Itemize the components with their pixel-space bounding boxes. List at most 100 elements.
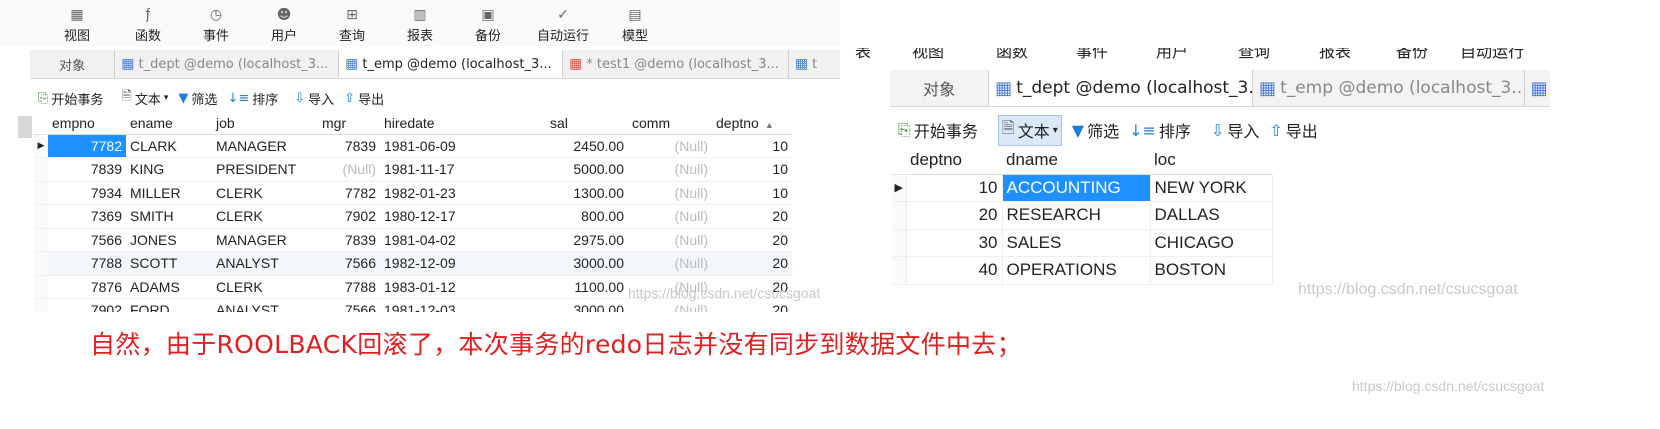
table-row[interactable]: 7788 SCOTT ANALYST 7566 1982-12-09 3000.00 (Nu…	[34, 251, 792, 276]
ribbon-item[interactable]: 视图	[886, 48, 970, 66]
cell-mgr[interactable]: 7788	[318, 275, 380, 299]
export-button[interactable]: ⇧ 导出	[1269, 118, 1317, 142]
cell-comm[interactable]: (Null)	[628, 134, 712, 158]
cell-comm[interactable]: (Null)	[628, 158, 712, 182]
cell-sal[interactable]: 5000.00	[546, 158, 628, 182]
row-indicator[interactable]	[34, 181, 48, 205]
table-row[interactable]: 7369 SMITH CLERK 7902 1980-12-17 800.00 (Null)…	[34, 204, 792, 229]
cell-ename[interactable]: ADAMS	[126, 275, 212, 299]
row-indicator[interactable]	[34, 228, 48, 252]
cell-deptno[interactable]: 30	[906, 229, 1003, 257]
cell-sal[interactable]: 2450.00	[546, 134, 628, 158]
cell-hiredate[interactable]: 1981-06-09	[380, 134, 546, 158]
tab-test1[interactable]: ▦ * test1 @demo (localhost_3...	[563, 50, 789, 78]
cell-mgr[interactable]: 7566	[318, 252, 380, 276]
row-indicator[interactable]	[892, 201, 907, 229]
cell-sal[interactable]: 3000.00	[546, 299, 628, 312]
cell-job[interactable]: MANAGER	[212, 228, 318, 252]
column-header-job[interactable]: job	[212, 112, 318, 134]
text-button[interactable]: 🗎 文本 ▾	[121, 87, 168, 109]
table-row[interactable]: ▶ 10 ACCOUNTING NEW YORK	[892, 174, 1273, 202]
ribbon-item[interactable]: 函数	[970, 48, 1054, 66]
ribbon-report-button[interactable]: ▥ 报表	[386, 8, 454, 44]
ribbon-event-button[interactable]: ◷ 事件	[182, 8, 250, 44]
cell-dname[interactable]: RESEARCH	[1002, 201, 1151, 229]
cell-empno[interactable]: 7902	[48, 299, 126, 312]
filter-button[interactable]: ▼ 筛选	[1072, 118, 1119, 142]
cell-deptno[interactable]: 40	[906, 256, 1003, 284]
column-header-empno[interactable]: empno	[48, 112, 126, 134]
text-button[interactable]: 🗎 文本 ▾	[997, 114, 1062, 146]
cell-hiredate[interactable]: 1982-12-09	[380, 252, 546, 276]
cell-dname[interactable]: OPERATIONS	[1002, 256, 1151, 284]
cell-mgr[interactable]: (Null)	[318, 158, 380, 182]
column-header-sal[interactable]: sal	[546, 112, 628, 134]
column-header-loc[interactable]: loc	[1150, 146, 1272, 174]
row-indicator[interactable]	[34, 157, 48, 181]
cell-ename[interactable]: CLARK	[126, 134, 212, 158]
column-header-dname[interactable]: dname	[1002, 146, 1150, 174]
cell-loc[interactable]: DALLAS	[1150, 201, 1273, 229]
cell-job[interactable]: PRESIDENT	[212, 158, 318, 182]
ribbon-item[interactable]: 备份	[1376, 48, 1448, 66]
cell-ename[interactable]: SMITH	[126, 205, 212, 229]
row-indicator[interactable]	[34, 275, 48, 299]
ribbon-automation-button[interactable]: ✓ 自动运行	[522, 8, 604, 44]
cell-deptno[interactable]: 10	[712, 158, 792, 182]
table-row[interactable]: 30 SALES CHICAGO	[892, 229, 1273, 257]
row-indicator[interactable]	[34, 251, 48, 275]
row-indicator[interactable]	[34, 298, 48, 312]
tab-t-dept[interactable]: ▦ t_dept @demo (localhost_3...	[989, 70, 1254, 106]
cell-sal[interactable]: 800.00	[546, 205, 628, 229]
table-row[interactable]: 7566 JONES MANAGER 7839 1981-04-02 2975.00 (Nu…	[34, 228, 792, 252]
cell-empno[interactable]: 7369	[48, 205, 126, 229]
cell-mgr[interactable]: 7902	[318, 205, 380, 229]
row-indicator[interactable]	[892, 256, 907, 284]
cell-sal[interactable]: 3000.00	[546, 252, 628, 276]
ribbon-user-button[interactable]: ☻ 用户	[250, 8, 318, 44]
tab-partial[interactable]: ▦ t	[789, 50, 840, 78]
ribbon-item[interactable]: 自动运行	[1448, 48, 1536, 66]
table-row[interactable]: 20 RESEARCH DALLAS	[892, 201, 1273, 229]
cell-mgr[interactable]: 7566	[318, 299, 380, 312]
ribbon-item[interactable]: 用户	[1130, 48, 1214, 66]
cell-hiredate[interactable]: 1981-04-02	[380, 228, 546, 252]
tab-more[interactable]: ▦	[1525, 70, 1550, 106]
cell-deptno[interactable]: 10	[712, 134, 792, 158]
cell-hiredate[interactable]: 1981-11-17	[380, 158, 546, 182]
column-header-hiredate[interactable]: hiredate	[380, 112, 546, 134]
row-indicator[interactable]: ▶	[892, 174, 907, 202]
import-button[interactable]: ⇩ 导入	[294, 89, 334, 108]
cell-job[interactable]: MANAGER	[212, 134, 318, 158]
filter-button[interactable]: ▼ 筛选	[178, 89, 217, 108]
column-header-mgr[interactable]: mgr	[318, 112, 380, 134]
sort-button[interactable]: ↓≡ 排序	[1129, 118, 1191, 142]
cell-hiredate[interactable]: 1981-12-03	[380, 299, 546, 312]
cell-sal[interactable]: 1100.00	[546, 275, 628, 299]
cell-hiredate[interactable]: 1983-01-12	[380, 275, 546, 299]
tab-t-dept[interactable]: ▦ t_dept @demo (localhost_3...	[115, 50, 340, 78]
cell-sal[interactable]: 2975.00	[546, 228, 628, 252]
cell-empno[interactable]: 7566	[48, 228, 126, 252]
table-row[interactable]: ▶ 7782 CLARK MANAGER 7839 1981-06-09 2450.00 (N…	[34, 134, 792, 158]
cell-sal[interactable]: 1300.00	[546, 181, 628, 205]
cell-ename[interactable]: SCOTT	[126, 252, 212, 276]
cell-hiredate[interactable]: 1982-01-23	[380, 181, 546, 205]
export-button[interactable]: ⇧ 导出	[344, 89, 384, 108]
sort-button[interactable]: ↓≡ 排序	[227, 89, 278, 108]
cell-ename[interactable]: JONES	[126, 228, 212, 252]
tab-t-emp[interactable]: ▦ t_emp @demo (localhost_3...	[1253, 70, 1525, 106]
begin-transaction-button[interactable]: ⎘ 开始事务	[38, 89, 103, 108]
cell-empno[interactable]: 7839	[48, 158, 126, 182]
cell-deptno[interactable]: 20	[906, 201, 1003, 229]
cell-comm[interactable]: (Null)	[628, 205, 712, 229]
cell-dname[interactable]: SALES	[1002, 229, 1151, 257]
ribbon-item[interactable]: 表	[840, 48, 886, 66]
row-indicator[interactable]: ▶	[34, 134, 48, 158]
cell-job[interactable]: CLERK	[212, 205, 318, 229]
cell-ename[interactable]: MILLER	[126, 181, 212, 205]
cell-mgr[interactable]: 7782	[318, 181, 380, 205]
ribbon-item[interactable]: 报表	[1294, 48, 1376, 66]
cell-empno[interactable]: 7934	[48, 181, 126, 205]
column-header-comm[interactable]: comm	[628, 112, 712, 134]
